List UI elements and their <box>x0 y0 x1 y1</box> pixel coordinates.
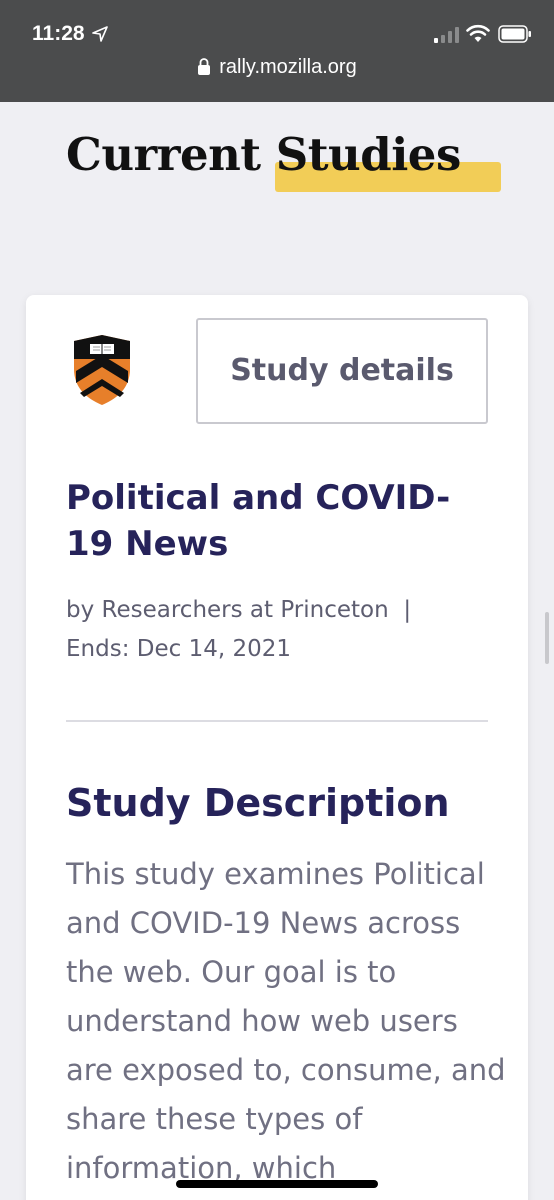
study-title[interactable]: Political and COVID-19 News <box>66 475 486 567</box>
lock-icon <box>198 58 211 75</box>
cellular-signal-icon <box>434 27 459 43</box>
location-arrow-icon <box>92 26 108 42</box>
study-description-heading: Study Description <box>66 781 450 825</box>
status-time: 11:28 <box>32 22 85 45</box>
study-byline: by Researchers at Princeton <box>66 597 389 623</box>
meta-separator: | <box>403 597 412 623</box>
page-title: Current Studies <box>66 128 461 181</box>
divider <box>66 720 488 722</box>
url-text: rally.mozilla.org <box>219 56 357 78</box>
study-description-text: This study examines Political and COVID-… <box>66 857 506 1185</box>
wifi-icon <box>466 24 490 42</box>
battery-icon <box>498 25 531 43</box>
study-meta: by Researchers at Princeton | Ends: Dec … <box>66 591 496 669</box>
scrollbar[interactable] <box>545 612 549 664</box>
study-card: Study details Political and COVID-19 New… <box>26 295 528 1200</box>
status-bar: 11:28 rally.mozilla.org <box>0 0 554 102</box>
study-end-date: Ends: Dec 14, 2021 <box>66 636 291 662</box>
study-details-button[interactable]: Study details <box>196 318 488 424</box>
princeton-shield-icon <box>74 335 130 405</box>
page-heading: Current Studies <box>66 128 506 198</box>
address-bar[interactable]: rally.mozilla.org <box>0 56 554 79</box>
home-indicator[interactable] <box>176 1180 378 1188</box>
